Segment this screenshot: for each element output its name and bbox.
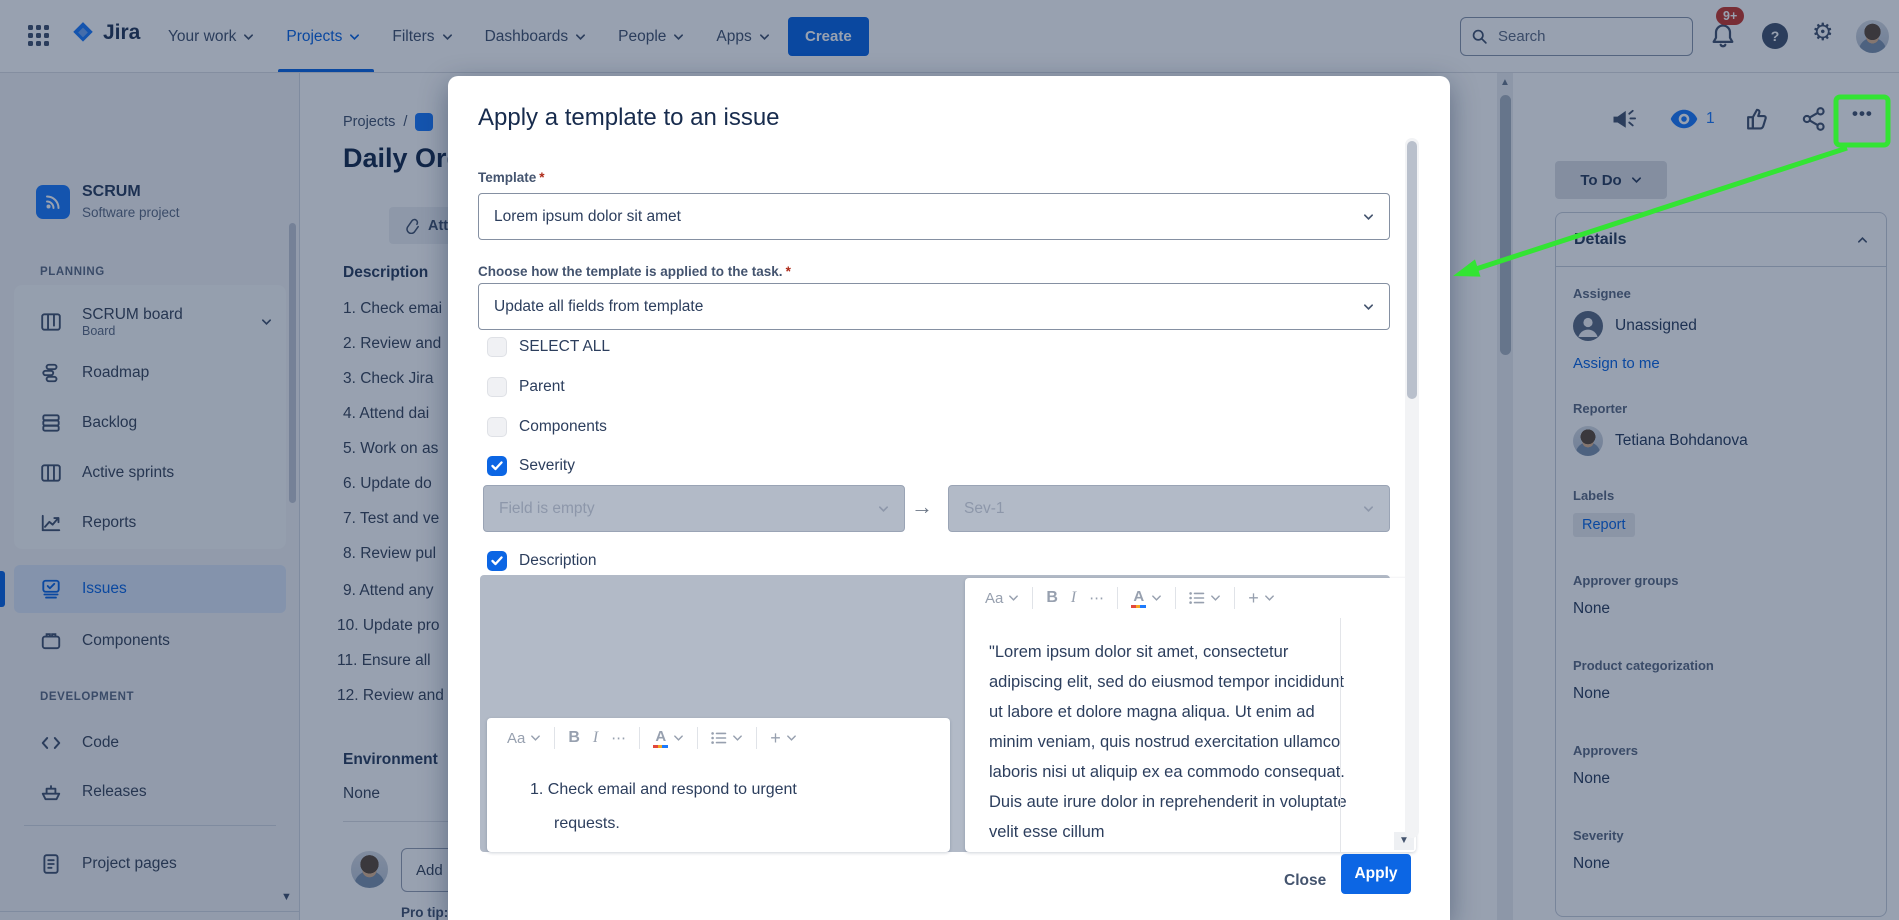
text-color-button[interactable]: A: [1131, 589, 1162, 608]
apply-template-modal: Apply a template to an issue Template* L…: [448, 76, 1450, 920]
bold-button[interactable]: B: [1046, 589, 1058, 607]
modal-title: Apply a template to an issue: [478, 104, 780, 132]
template-field-label: Template*: [478, 170, 545, 185]
arrow-right-icon: →: [911, 494, 933, 520]
italic-button[interactable]: I: [593, 729, 598, 747]
severity-from-value: Field is empty: [499, 500, 595, 518]
components-label: Components: [519, 418, 607, 436]
required-asterisk: *: [539, 170, 544, 185]
severity-checkbox[interactable]: [487, 456, 507, 476]
current-description-editor[interactable]: Aa B I ⋯ A + 1. Check email and respond …: [487, 718, 950, 852]
text-color-button[interactable]: A: [653, 729, 684, 748]
description-checkbox[interactable]: [487, 551, 507, 571]
description-cbx-label: Description: [519, 552, 597, 570]
more-formatting-button[interactable]: ⋯: [611, 729, 626, 747]
editor-scrollbar-divider: [1340, 618, 1341, 852]
editor-toolbar: Aa B I ⋯ A +: [965, 578, 1416, 615]
severity-from-select: Field is empty: [483, 485, 905, 532]
parent-label: Parent: [519, 378, 565, 396]
apply-mode-select-value: Update all fields from template: [494, 298, 703, 316]
template-select[interactable]: Lorem ipsum dolor sit amet: [478, 193, 1390, 240]
italic-button[interactable]: I: [1071, 589, 1076, 607]
editor-toolbar: Aa B I ⋯ A +: [487, 718, 950, 755]
chevron-down-icon: [878, 505, 889, 513]
template-select-value: Lorem ipsum dolor sit amet: [494, 208, 681, 226]
parent-checkbox[interactable]: [487, 377, 507, 397]
severity-to-value: Sev-1: [964, 500, 1005, 518]
chevron-down-icon: [1363, 303, 1374, 311]
chevron-down-icon: [1363, 505, 1374, 513]
chevron-down-icon: [1363, 213, 1374, 221]
current-description-content: 1. Check email and respond to urgent req…: [487, 755, 887, 841]
select-all-checkbox[interactable]: [487, 337, 507, 357]
template-description-content: "Lorem ipsum dolor sit amet, consectetur…: [965, 615, 1416, 849]
text-style-button[interactable]: Aa: [507, 730, 541, 747]
close-button[interactable]: Close: [1272, 862, 1338, 900]
check-icon: [491, 556, 503, 566]
severity-to-select: Sev-1: [948, 485, 1390, 532]
components-checkbox[interactable]: [487, 417, 507, 437]
select-all-label: SELECT ALL: [519, 338, 610, 356]
severity-cbx-label: Severity: [519, 457, 575, 475]
check-icon: [491, 461, 503, 471]
insert-button[interactable]: +: [1248, 588, 1275, 609]
modal-scrollbar-track[interactable]: [1405, 138, 1419, 838]
insert-button[interactable]: +: [770, 728, 797, 749]
template-description-editor[interactable]: Aa B I ⋯ A + ▼ "Lorem ipsum dolor sit am…: [965, 578, 1416, 852]
apply-mode-select[interactable]: Update all fields from template: [478, 283, 1390, 330]
modal-scrollbar-thumb[interactable]: [1407, 141, 1417, 399]
lists-button[interactable]: [711, 731, 743, 745]
text-style-button[interactable]: Aa: [985, 590, 1019, 607]
mode-field-label: Choose how the template is applied to th…: [478, 264, 791, 279]
apply-button[interactable]: Apply: [1341, 854, 1411, 894]
bold-button[interactable]: B: [568, 729, 580, 747]
jira-page: Jira Your work Projects Filters Dashboar…: [0, 0, 1899, 920]
lists-button[interactable]: [1189, 591, 1221, 605]
more-formatting-button[interactable]: ⋯: [1089, 589, 1104, 607]
